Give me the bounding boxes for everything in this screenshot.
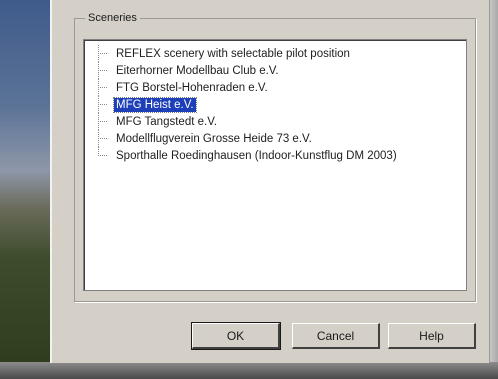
- tree-item-label: MFG Tangstedt e.V.: [116, 115, 218, 128]
- tree-connector: [94, 130, 108, 147]
- tree-item-grosse-heide[interactable]: Modellflugverein Grosse Heide 73 e.V.: [84, 130, 314, 147]
- tree-item-ftg-borstel[interactable]: FTG Borstel-Hohenraden e.V.: [84, 79, 270, 96]
- tree-item-sporthalle[interactable]: Sporthalle Roedinghausen (Indoor-Kunstfl…: [84, 147, 399, 164]
- tree-item-eiterhorner[interactable]: Eiterhorner Modellbau Club e.V.: [84, 62, 281, 79]
- tree-item-reflex[interactable]: REFLEX scenery with selectable pilot pos…: [84, 45, 352, 62]
- help-button[interactable]: Help: [388, 323, 476, 349]
- tree-item-label: Sporthalle Roedinghausen (Indoor-Kunstfl…: [116, 149, 397, 162]
- group-title: Sceneries: [85, 12, 140, 24]
- monitor-bezel-bottom: [0, 362, 498, 379]
- sceneries-groupbox: Sceneries REFLEX scenery with selectable…: [74, 12, 476, 302]
- tree-item-label: MFG Heist e.V.: [113, 96, 197, 113]
- tree-item-label: REFLEX scenery with selectable pilot pos…: [116, 47, 350, 60]
- tree-connector: [94, 79, 108, 96]
- tree-item-label: FTG Borstel-Hohenraden e.V.: [116, 81, 268, 94]
- tree-item-label: Eiterhorner Modellbau Club e.V.: [116, 64, 279, 77]
- tree-connector: [94, 113, 108, 130]
- tree-connector: [94, 45, 108, 62]
- ok-button[interactable]: OK: [191, 322, 281, 350]
- tree-item-mfg-tangstedt[interactable]: MFG Tangstedt e.V.: [84, 113, 219, 130]
- cancel-button[interactable]: Cancel: [292, 323, 380, 349]
- scenery-tree[interactable]: REFLEX scenery with selectable pilot pos…: [83, 39, 467, 291]
- scenery-dialog: Sceneries REFLEX scenery with selectable…: [50, 0, 490, 363]
- tree-item-label: Modellflugverein Grosse Heide 73 e.V.: [116, 132, 312, 145]
- tree-connector: [94, 96, 108, 113]
- tree-item-mfg-heist[interactable]: MFG Heist e.V.: [84, 96, 197, 113]
- tree-connector: [94, 62, 108, 79]
- tree-connector: [94, 147, 108, 164]
